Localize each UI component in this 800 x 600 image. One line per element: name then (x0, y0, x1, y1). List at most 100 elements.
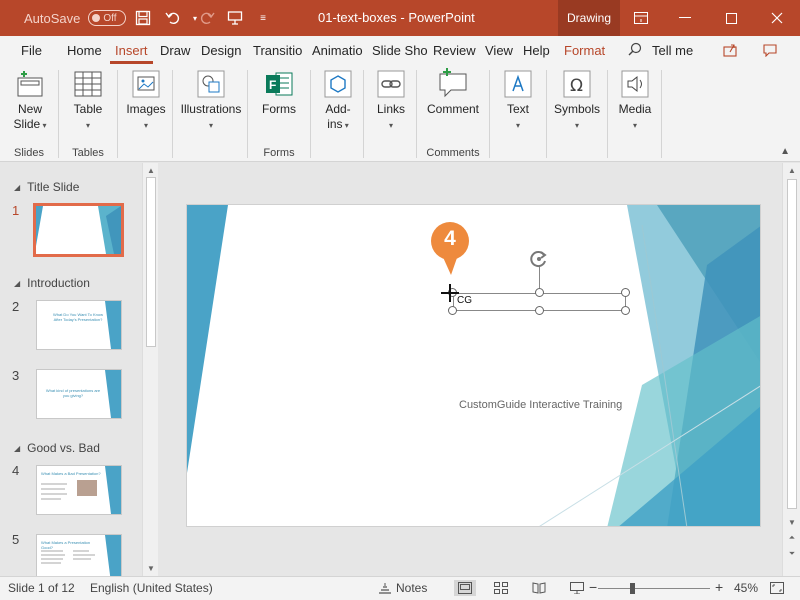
resize-handle[interactable] (448, 306, 457, 315)
normal-view-icon[interactable] (454, 580, 476, 596)
close-icon[interactable] (754, 0, 800, 36)
group-label-slides: Slides (14, 147, 44, 159)
tab-insert[interactable]: Insert (110, 36, 153, 64)
status-bar: Slide 1 of 12 English (United States) No… (0, 576, 800, 600)
previous-slide-icon[interactable]: ⏶ (784, 531, 800, 545)
tab-transitions[interactable]: Transitio (248, 36, 306, 64)
tab-format[interactable]: Format (559, 36, 610, 64)
tab-design[interactable]: Design (196, 36, 246, 64)
chevron-down-icon: ▾ (40, 121, 47, 130)
autosave-toggle[interactable]: Off (88, 10, 127, 26)
comment-button[interactable]: Comment (423, 68, 483, 117)
autosave-label: AutoSave (24, 10, 81, 26)
slide-sorter-icon[interactable] (492, 580, 510, 596)
resize-handle[interactable] (535, 306, 544, 315)
links-button[interactable]: Links ▾ (370, 68, 412, 133)
images-button[interactable]: Images ▾ (122, 68, 170, 133)
scrollbar-thumb[interactable] (787, 179, 797, 509)
illustrations-button[interactable]: Illustrations ▾ (177, 68, 245, 133)
slide-thumbnail-4[interactable]: What Makes a Bad Presentation? (36, 465, 122, 515)
slide-background-art (187, 205, 760, 526)
slide-number: 2 (12, 299, 20, 314)
presenter-icon[interactable] (220, 0, 250, 36)
slide-thumbnail-1[interactable] (33, 203, 124, 257)
slide-counter[interactable]: Slide 1 of 12 (8, 581, 75, 595)
toggle-knob-icon (92, 14, 101, 22)
resize-handle[interactable] (621, 306, 630, 315)
table-button[interactable]: Table ▾ (68, 68, 108, 133)
group-forms: F Forms Forms (248, 64, 310, 162)
slide-canvas[interactable]: CustomGuide Interactive Training CG (186, 204, 761, 527)
redo-icon[interactable] (192, 0, 222, 36)
tab-help[interactable]: Help (518, 36, 555, 64)
new-slide-button[interactable]: New Slide ▾ (10, 68, 50, 133)
zoom-level[interactable]: 45% (734, 581, 758, 595)
ribbon-display-icon[interactable] (618, 0, 664, 36)
tab-review[interactable]: Review (428, 36, 481, 64)
zoom-out-button[interactable]: − (589, 579, 597, 595)
thumbnail-scrollbar[interactable]: ▲ ▼ (142, 163, 158, 576)
next-slide-icon[interactable]: ⏷ (784, 547, 800, 561)
text-button[interactable]: Text ▾ (498, 68, 538, 133)
scrollbar-thumb[interactable] (146, 177, 156, 347)
slide-thumbnail-2[interactable]: What Do You Want To Know After Today's P… (36, 300, 122, 350)
thumb-text: What kind of presentations are you givin… (45, 388, 101, 398)
share-icon[interactable] (716, 40, 744, 60)
tab-slide-show[interactable]: Slide Sho (367, 36, 427, 64)
section-header-title-slide[interactable]: ◢ Title Slide (14, 180, 79, 194)
zoom-in-button[interactable]: + (715, 579, 723, 595)
notes-button[interactable]: Notes (396, 581, 427, 595)
resize-handle[interactable] (535, 288, 544, 297)
collapse-triangle-icon: ◢ (14, 443, 21, 453)
tab-draw[interactable]: Draw (155, 36, 195, 64)
media-button[interactable]: Media ▾ (614, 68, 656, 133)
tell-me-search[interactable]: Tell me (628, 36, 693, 64)
zoom-slider-thumb[interactable] (630, 583, 635, 594)
slide-thumbnail-5[interactable]: What Makes a Presentation Good? (36, 534, 122, 576)
minimize-icon[interactable] (662, 0, 708, 36)
slide-subtitle[interactable]: CustomGuide Interactive Training (459, 399, 622, 411)
illustrations-icon (195, 68, 227, 100)
media-label: Media (618, 102, 652, 116)
text-box-content[interactable]: CG (457, 295, 472, 306)
new-slide-label: New (17, 102, 42, 116)
scroll-up-arrow-icon[interactable]: ▲ (784, 163, 800, 177)
autosave-state: Off (103, 12, 117, 24)
scroll-up-arrow-icon[interactable]: ▲ (143, 163, 158, 177)
reading-view-icon[interactable] (530, 580, 548, 596)
group-divider (661, 70, 662, 158)
slide-thumbnail-3[interactable]: What kind of presentations are you givin… (36, 369, 122, 419)
rotate-stem (539, 267, 540, 288)
add-ins-label: Add- (325, 102, 351, 116)
add-ins-button[interactable]: Add-ins ▾ (317, 68, 359, 133)
slide-show-icon[interactable] (568, 580, 586, 596)
symbols-button[interactable]: Ω Symbols ▾ (551, 68, 603, 133)
fit-to-window-icon[interactable] (768, 580, 786, 596)
rotate-handle-icon[interactable] (529, 249, 549, 269)
tab-view[interactable]: View (480, 36, 518, 64)
scroll-down-arrow-icon[interactable]: ▼ (784, 515, 800, 529)
notes-icon (376, 580, 394, 596)
comments-icon[interactable] (756, 40, 784, 60)
maximize-icon[interactable] (708, 0, 754, 36)
autosave-control[interactable]: AutoSave Off (24, 10, 127, 26)
language-indicator[interactable]: English (United States) (90, 581, 213, 595)
tab-home[interactable]: Home (62, 36, 107, 64)
collapse-ribbon-icon[interactable]: ▲ (780, 146, 790, 157)
collapse-triangle-icon: ◢ (14, 182, 21, 192)
resize-handle[interactable] (621, 288, 630, 297)
thumb-text: What Makes a Presentation Good? (41, 540, 91, 550)
slide-number: 4 (12, 463, 20, 478)
customize-icon[interactable]: ≡ (248, 0, 278, 36)
scroll-down-arrow-icon[interactable]: ▼ (143, 561, 158, 575)
section-header-good-vs-bad[interactable]: ◢ Good vs. Bad (14, 441, 100, 455)
forms-button[interactable]: F Forms (257, 68, 301, 117)
chevron-down-icon: ▾ (388, 121, 393, 130)
section-header-introduction[interactable]: ◢ Introduction (14, 276, 90, 290)
zoom-slider-track[interactable] (598, 588, 710, 589)
tab-file[interactable]: File (16, 36, 47, 64)
tab-animations[interactable]: Animatio (307, 36, 367, 64)
slide-scrollbar[interactable]: ▲ ▼ ⏶ ⏷ (782, 163, 800, 576)
group-illustrations: Illustrations ▾ (173, 64, 247, 162)
save-icon[interactable] (128, 0, 158, 36)
